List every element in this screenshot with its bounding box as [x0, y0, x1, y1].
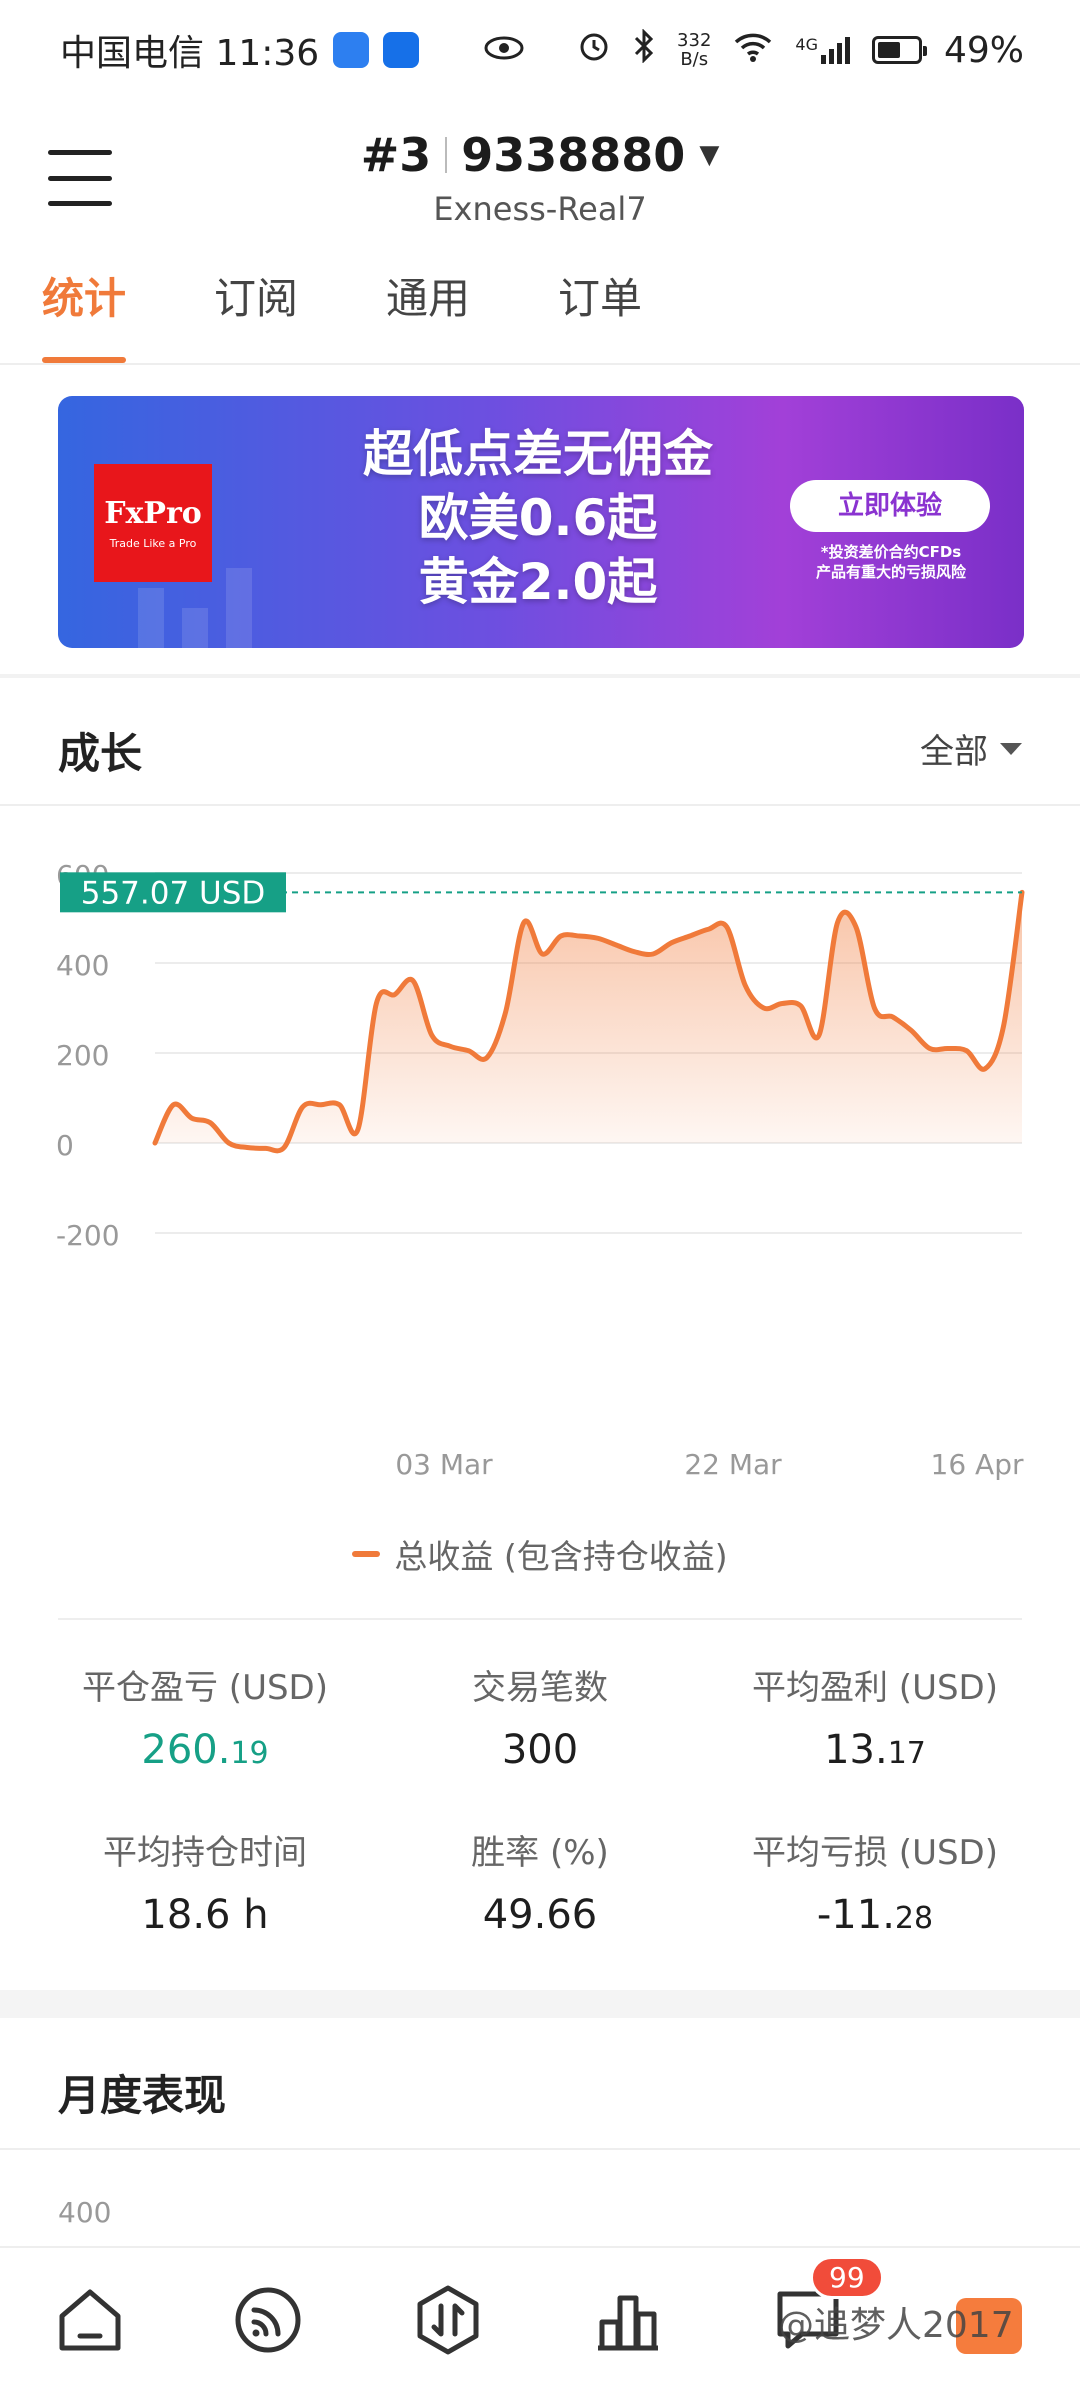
chart-legend[interactable]: 总收益 (包含持仓收益) [0, 1530, 1080, 1578]
stat-label: 平均盈利 (USD) [752, 1668, 998, 1708]
stat-value-dec: 28 [894, 1901, 934, 1936]
stat-value: -11.28 [710, 1892, 1040, 1938]
nav-trade[interactable] [410, 2284, 486, 2360]
account-server: Exness-Real7 [433, 190, 647, 228]
nav-analytics[interactable] [590, 2284, 666, 2360]
unread-badge: 99 [810, 2256, 884, 2299]
alarm-icon [577, 29, 611, 72]
x-tick-label: 22 Mar [684, 1448, 782, 1481]
growth-title: 成长 [58, 729, 143, 778]
caret-down-icon: ▼ [699, 140, 720, 170]
feed-icon [232, 2284, 304, 2360]
banner-headline: 超低点差无佣金 欧美0.6起 黄金2.0起 [318, 422, 758, 614]
nav-feed[interactable] [230, 2284, 306, 2360]
network-type: 4G [795, 35, 818, 54]
carrier-time: 中国电信 11:36 [60, 33, 320, 74]
account-separator [445, 137, 448, 173]
growth-chart-svg: 6004002000-200557.07 USD03 Mar22 Mar16 A… [56, 859, 1025, 1481]
eye-icon [483, 30, 525, 71]
nav-home[interactable] [52, 2284, 128, 2360]
try-now-button[interactable]: 立即体验 [790, 480, 990, 532]
y-tick-label: -200 [56, 1219, 120, 1252]
speed-unit: B/s [680, 49, 709, 70]
ad-banner-container: FxPro Trade Like a Pro 超低点差无佣金 欧美0.6起 黄金… [0, 365, 1080, 677]
stat-value: 13.17 [710, 1727, 1040, 1773]
y-tick-label: 0 [56, 1129, 74, 1162]
stat-value-dec: 19 [230, 1736, 269, 1771]
account-selector[interactable]: #3 9338880 ▼ Exness-Real7 [0, 128, 1080, 228]
tab-bar: 统计 订阅 通用 订单 [0, 265, 1080, 365]
stat-avg-profit: 平均盈利 (USD) 13.17 [710, 1660, 1040, 1773]
banner-line-3: 黄金2.0起 [418, 553, 658, 611]
legend-swatch [352, 1551, 381, 1557]
stats-divider [58, 1618, 1022, 1620]
stat-value-int: -11. [816, 1892, 895, 1938]
banner-line-2: 欧美0.6起 [418, 489, 658, 547]
banner-line-1: 超低点差无佣金 [363, 425, 713, 483]
stat-value-int: 260. [141, 1727, 231, 1773]
brand-tagline: Trade Like a Pro [109, 537, 197, 550]
stat-closed-pl: 平仓盈亏 (USD) 260.19 [40, 1660, 370, 1773]
bar-chart-icon [592, 2284, 664, 2360]
y-tick-label: 400 [56, 949, 109, 982]
stat-trades: 交易笔数 300 [375, 1660, 705, 1773]
series-area [155, 892, 1022, 1151]
bluetooth-icon [633, 27, 655, 72]
tab-subscribe[interactable]: 订阅 [214, 265, 298, 363]
stat-value-int: 13. [824, 1727, 888, 1773]
ad-banner[interactable]: FxPro Trade Like a Pro 超低点差无佣金 欧美0.6起 黄金… [58, 396, 1024, 648]
account-prefix: #3 [360, 128, 432, 182]
disclaimer-line-1: *投资差价合约CFDs [820, 543, 962, 561]
app-notification-icon [333, 32, 370, 68]
stat-value: 300 [501, 1727, 579, 1773]
battery-percent: 49% [943, 29, 1024, 71]
speed-value: 332 [677, 30, 712, 51]
growth-chart: 6004002000-200557.07 USD03 Mar22 Mar16 A… [0, 808, 1080, 1588]
x-tick-label: 03 Mar [395, 1448, 493, 1481]
section-divider [0, 674, 1080, 678]
app-header: #3 9338880 ▼ Exness-Real7 [0, 100, 1080, 260]
y-tick-label: 200 [56, 1039, 109, 1072]
robot-app-icon [383, 32, 420, 68]
stat-label: 平均持仓时间 [103, 1833, 307, 1873]
stat-avg-loss: 平均亏损 (USD) -11.28 [710, 1825, 1040, 1938]
range-value: 全部 [920, 732, 988, 772]
watermark: @追梦人2017 [778, 2305, 1014, 2346]
section-gap [0, 1990, 1080, 2018]
network-speed: 332 B/s [677, 31, 711, 69]
stat-value: 260.19 [40, 1727, 370, 1773]
wifi-icon [733, 30, 773, 71]
range-dropdown[interactable]: 全部 [920, 724, 1022, 773]
stat-label: 胜率 (%) [471, 1833, 609, 1873]
stat-value-dec: 17 [887, 1736, 926, 1771]
signal-icon: 4G [795, 35, 850, 65]
monthly-header: 月度表现 [0, 2018, 1080, 2150]
battery-icon [871, 36, 927, 64]
account-number: 9338880 [461, 128, 686, 182]
monthly-title: 月度表现 [58, 2071, 227, 2120]
stat-label: 交易笔数 [472, 1668, 608, 1708]
home-icon [54, 2284, 126, 2360]
stat-value: 18.6 h [141, 1892, 269, 1938]
disclaimer-line-2: 产品有重大的亏损风险 [815, 563, 966, 581]
status-bar: 中国电信 11:36 332 B/s 4G 49% [0, 0, 1080, 100]
tab-orders[interactable]: 订单 [558, 265, 642, 363]
banner-disclaimer: *投资差价合约CFDs 产品有重大的亏损风险 [778, 542, 1004, 582]
tab-statistics[interactable]: 统计 [42, 265, 127, 363]
monthly-axis-tick: 400 [58, 2196, 112, 2229]
brand-name: FxPro [104, 496, 202, 531]
current-value-label: 557.07 USD [81, 875, 266, 911]
tab-general[interactable]: 通用 [386, 265, 470, 363]
x-tick-label: 16 Apr [931, 1448, 1024, 1481]
growth-header: 成长 全部 [0, 680, 1080, 806]
stat-avg-hold: 平均持仓时间 18.6 h [40, 1825, 370, 1938]
fxpro-logo: FxPro Trade Like a Pro [94, 464, 212, 582]
legend-label: 总收益 (包含持仓收益) [394, 1537, 728, 1576]
trade-icon [412, 2284, 484, 2360]
stat-label: 平均亏损 (USD) [752, 1833, 998, 1873]
stat-value: 49.66 [482, 1892, 598, 1938]
stat-winrate: 胜率 (%) 49.66 [375, 1825, 705, 1938]
stat-label: 平仓盈亏 (USD) [82, 1668, 328, 1708]
triangle-down-icon [1000, 742, 1022, 755]
